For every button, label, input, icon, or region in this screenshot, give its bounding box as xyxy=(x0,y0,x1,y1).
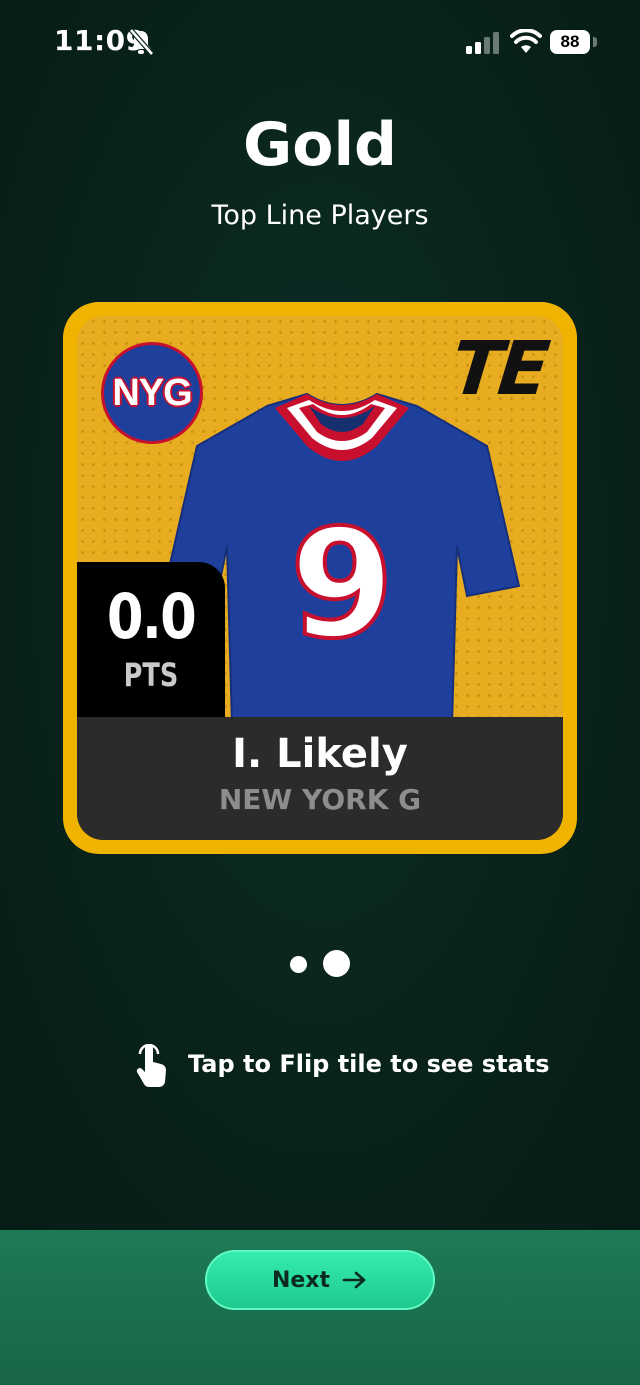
player-name: I. Likely xyxy=(232,731,408,777)
hint-text: Tap to Flip tile to see stats xyxy=(188,1050,550,1078)
battery-level: 88 xyxy=(560,32,580,51)
status-bar: 11:09 88 xyxy=(0,0,640,88)
score-unit: PTS xyxy=(123,656,179,694)
player-card-face[interactable]: 9 NYG TE 0.0 PTS I. Likely NEW YORK G xyxy=(77,316,563,840)
team-logo: NYG xyxy=(101,342,203,444)
battery-cap xyxy=(593,37,597,47)
page-indicator xyxy=(0,950,640,978)
flip-hint: Tap to Flip tile to see stats xyxy=(0,1044,640,1088)
bell-slash-icon xyxy=(129,28,154,56)
battery-icon: 88 xyxy=(550,30,590,54)
page-title: Gold xyxy=(243,110,397,180)
score-box: 0.0 PTS xyxy=(77,562,225,718)
wifi-icon xyxy=(510,29,542,53)
page-subtitle: Top Line Players xyxy=(211,200,429,231)
next-button[interactable]: Next xyxy=(205,1250,435,1310)
footer: Next xyxy=(0,1230,640,1385)
jersey-number: 9 xyxy=(290,498,394,672)
position-badge: TE xyxy=(447,326,550,412)
page-dot-1[interactable] xyxy=(290,956,307,973)
score-value: 0.0 xyxy=(106,580,197,653)
name-bar: I. Likely NEW YORK G xyxy=(77,717,563,840)
signal-icon xyxy=(466,32,499,54)
team-logo-text: NYG xyxy=(112,372,192,414)
page-dot-2-active[interactable] xyxy=(323,950,350,977)
tap-hand-icon xyxy=(136,1044,167,1088)
next-button-label: Next xyxy=(271,1267,331,1293)
player-card[interactable]: 9 NYG TE 0.0 PTS I. Likely NEW YORK G xyxy=(63,302,577,854)
player-team: NEW YORK G xyxy=(218,783,422,816)
arrow-right-icon xyxy=(342,1271,366,1289)
